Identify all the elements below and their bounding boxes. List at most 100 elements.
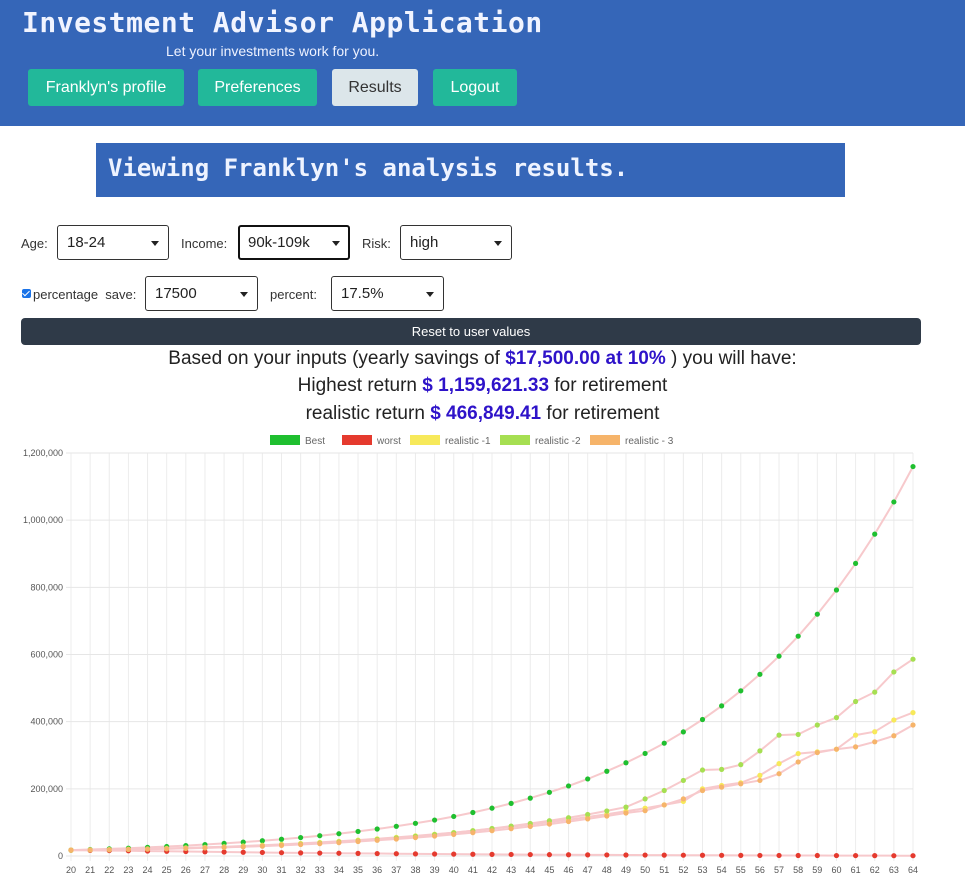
summary-text: for retirement (541, 403, 660, 424)
legend-label: worst (376, 436, 401, 447)
chevron-down-icon (426, 292, 434, 297)
percent-select[interactable]: 17.5% (331, 276, 444, 311)
legend-label: Best (305, 436, 325, 447)
banner-text: Viewing Franklyn's analysis results. (108, 154, 629, 182)
x-tick-label: 61 (851, 865, 861, 875)
data-point (872, 689, 878, 695)
data-point (298, 841, 304, 848)
data-point (891, 669, 897, 675)
data-point (374, 850, 380, 857)
summary-text: ) you will have: (665, 348, 797, 369)
data-point (852, 852, 859, 859)
data-point (336, 840, 342, 846)
legend-label: realistic -2 (535, 436, 581, 447)
data-point (355, 828, 361, 835)
data-point (757, 852, 763, 859)
data-point (757, 777, 763, 784)
data-point (470, 830, 476, 836)
data-point (585, 776, 591, 782)
data-point (795, 750, 801, 757)
data-point (604, 852, 610, 858)
data-point (661, 740, 667, 746)
save-amount-select[interactable]: 17500 (145, 276, 258, 311)
data-point (87, 847, 93, 853)
data-point (451, 851, 457, 857)
data-point (680, 729, 686, 735)
data-point (489, 851, 495, 857)
nav-results-button[interactable]: Results (332, 69, 418, 106)
app-subtitle: Let your investments work for you. (166, 43, 380, 59)
data-point (623, 810, 629, 816)
risk-value: high (410, 234, 439, 251)
x-tick-label: 43 (506, 865, 516, 875)
age-select[interactable]: 18-24 (57, 225, 169, 260)
x-tick-label: 58 (793, 865, 803, 875)
x-tick-label: 29 (238, 865, 248, 875)
data-point (872, 729, 878, 735)
data-point (719, 784, 725, 790)
nav-preferences-button[interactable]: Preferences (198, 69, 317, 106)
income-label: Income: (181, 236, 228, 251)
chevron-down-icon (151, 241, 159, 246)
data-point (585, 852, 591, 858)
reset-button[interactable]: Reset to user values (21, 318, 921, 345)
legend-swatch (410, 435, 440, 445)
data-point (910, 853, 916, 859)
data-point (240, 844, 246, 850)
data-point (623, 852, 629, 858)
data-point (814, 852, 820, 859)
data-point (317, 833, 323, 839)
data-point (240, 849, 246, 855)
x-tick-label: 39 (430, 865, 440, 875)
data-point (259, 849, 265, 856)
data-point (259, 838, 265, 844)
data-point (278, 850, 285, 856)
age-label: Age: (21, 236, 48, 251)
app-header: Investment Advisor Application Let your … (0, 0, 965, 126)
y-tick-label: 600,000 (30, 650, 63, 660)
data-point (872, 531, 878, 537)
chevron-down-icon (240, 292, 248, 297)
x-tick-label: 50 (640, 865, 650, 875)
income-select[interactable]: 90k-109k (238, 225, 350, 260)
x-tick-label: 46 (564, 865, 574, 875)
data-point (106, 847, 112, 853)
data-point (508, 800, 514, 806)
data-point (776, 653, 782, 659)
data-point (546, 821, 553, 827)
legend-label: realistic -1 (445, 436, 491, 447)
x-tick-label: 31 (276, 865, 286, 875)
x-tick-label: 63 (889, 865, 899, 875)
data-point (431, 851, 438, 857)
data-point (910, 463, 916, 470)
risk-select[interactable]: high (400, 225, 512, 260)
percentage-save-checkbox[interactable] (22, 289, 31, 298)
data-point (355, 838, 361, 845)
nav-profile-button[interactable]: Franklyn's profile (28, 69, 184, 106)
legend-swatch (590, 435, 620, 445)
data-point (527, 851, 533, 858)
data-point (757, 748, 763, 754)
data-point (393, 823, 399, 829)
data-point (833, 746, 840, 752)
data-point (412, 834, 419, 841)
y-tick-label: 800,000 (30, 582, 63, 592)
percent-value: 17.5% (341, 285, 384, 302)
chevron-down-icon (332, 241, 340, 246)
data-point (795, 731, 801, 738)
data-point (719, 766, 725, 772)
data-point (508, 851, 514, 858)
data-point (470, 851, 476, 857)
data-point (565, 783, 572, 789)
nav-logout-button[interactable]: Logout (433, 69, 517, 106)
data-point (604, 808, 610, 814)
data-point (604, 768, 610, 774)
x-tick-label: 54 (717, 865, 727, 875)
data-point (623, 804, 629, 810)
save-amount-value: 17500 (155, 285, 197, 302)
results-banner: Viewing Franklyn's analysis results. (96, 143, 845, 197)
data-point (661, 802, 667, 808)
data-point (719, 703, 725, 709)
data-point (833, 852, 840, 859)
data-point (833, 587, 840, 593)
